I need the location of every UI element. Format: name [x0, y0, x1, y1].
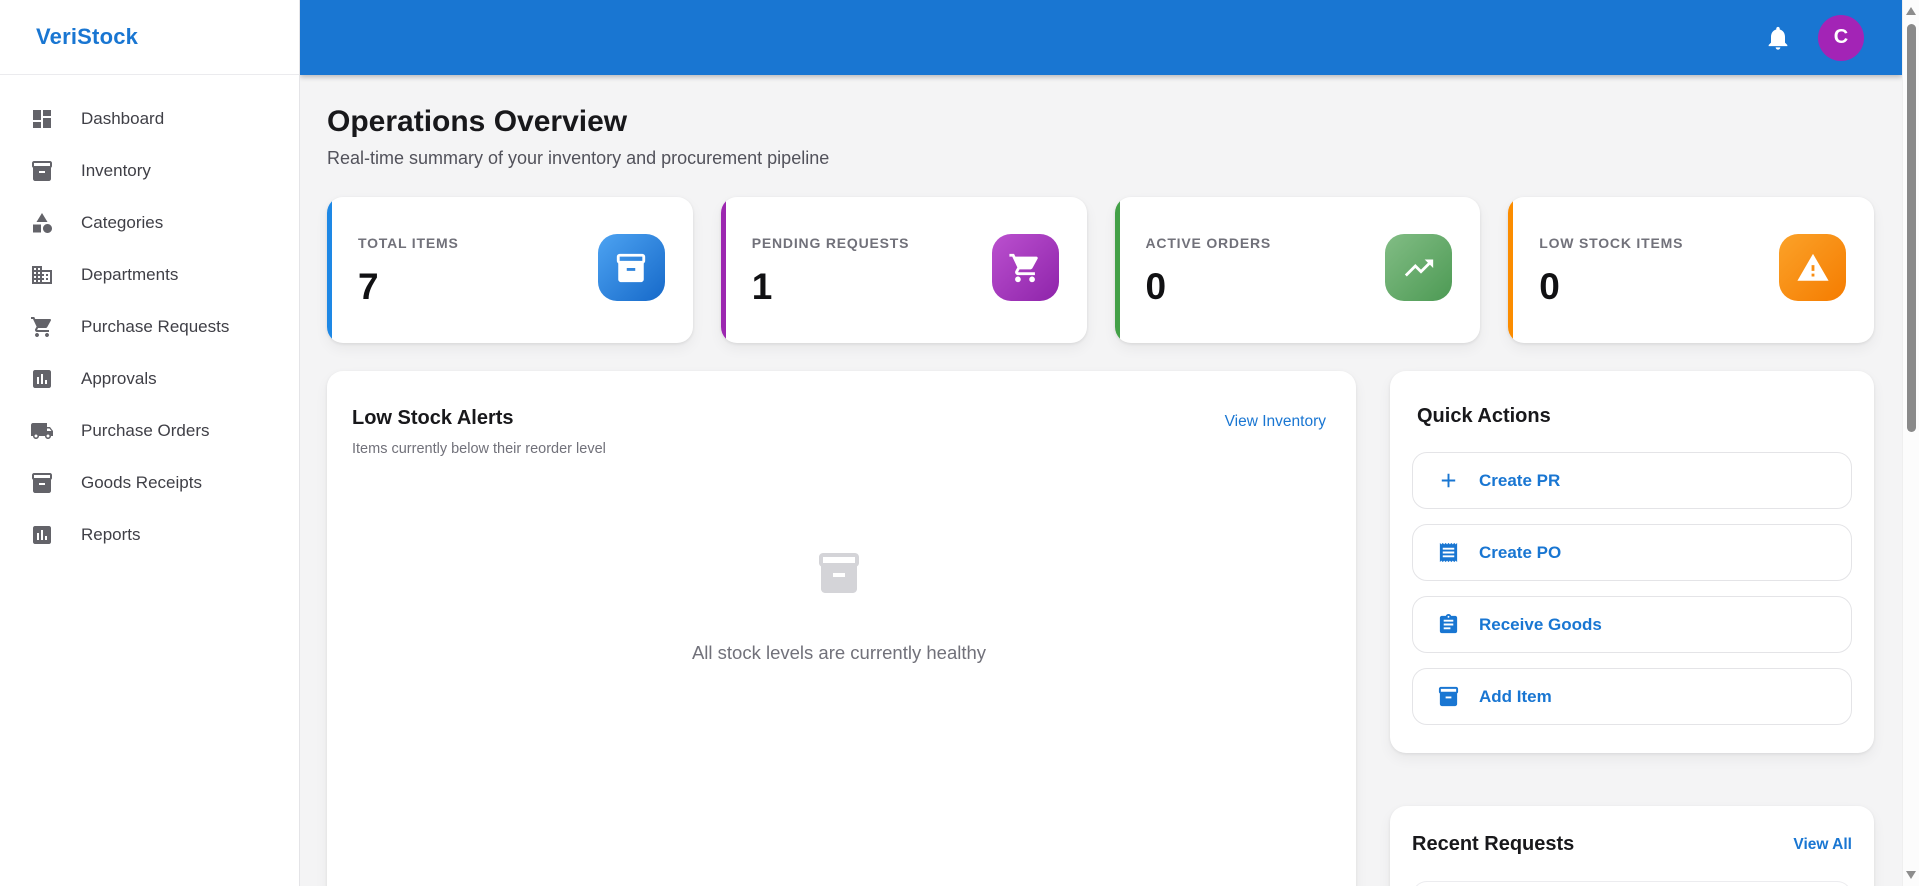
inventory-box-icon [597, 234, 665, 301]
content-row: Low Stock Alerts Items currently below t… [327, 371, 1874, 886]
stat-accent-stripe [1508, 197, 1514, 343]
stat-accent-stripe [720, 197, 726, 343]
stats-row: TOTAL ITEMS 7 PENDING REQUESTS 1 ACTIVE … [327, 197, 1874, 343]
recent-requests-header: Recent Requests View All [1412, 833, 1852, 856]
sidebar-item-categories[interactable]: Categories [0, 197, 299, 249]
stat-accent-stripe [327, 197, 332, 343]
sidebar-item-purchase-orders[interactable]: Purchase Orders [0, 405, 299, 457]
sidebar-item-dashboard[interactable]: Dashboard [0, 93, 299, 145]
low-stock-empty-text: All stock levels are currently healthy [691, 642, 987, 663]
stat-card-active-orders: ACTIVE ORDERS 0 [1114, 197, 1481, 343]
sidebar-item-label: Inventory [81, 161, 151, 180]
scrollbar-down-arrow-icon[interactable] [1906, 871, 1916, 879]
sidebar: VeriStock Dashboard Inventory Categories… [0, 0, 300, 886]
stat-accent-stripe [1114, 197, 1120, 343]
stat-card-pending-requests: PENDING REQUESTS 1 [720, 197, 1087, 343]
recent-requests-title: Recent Requests [1412, 833, 1575, 855]
app-logo: VeriStock [36, 24, 139, 49]
low-stock-alerts-panel: Low Stock Alerts Items currently below t… [327, 371, 1356, 886]
plus-icon [1437, 469, 1460, 492]
request-row[interactable]: PR-e1a4 CONVERTED [1412, 881, 1852, 886]
low-stock-title: Low Stock Alerts [352, 407, 514, 429]
low-stock-subtitle: Items currently below their reorder leve… [352, 441, 606, 457]
truck-icon [30, 419, 54, 443]
sidebar-item-goods-receipts[interactable]: Goods Receipts [0, 457, 299, 509]
bar-chart-icon [30, 367, 54, 391]
sidebar-item-inventory[interactable]: Inventory [0, 145, 299, 197]
dashboard-icon [30, 107, 54, 131]
right-column: Quick Actions Create PR Create PO Receiv… [1390, 371, 1874, 886]
create-po-button[interactable]: Create PO [1412, 524, 1852, 581]
warning-icon [1779, 234, 1846, 301]
topbar: C [300, 0, 1902, 75]
sidebar-item-departments[interactable]: Departments [0, 249, 299, 301]
page-scrollbar[interactable] [1902, 0, 1919, 886]
sidebar-item-label: Approvals [81, 369, 157, 388]
quick-actions-title: Quick Actions [1417, 405, 1551, 427]
sidebar-header: VeriStock [0, 0, 299, 75]
sidebar-item-label: Goods Receipts [81, 473, 202, 492]
shapes-icon [30, 211, 54, 235]
create-pr-label: Create PR [1479, 470, 1561, 490]
stat-card-low-stock-items: LOW STOCK ITEMS 0 [1508, 197, 1874, 343]
main-content: Operations Overview Real-time summary of… [300, 75, 1902, 886]
add-item-button[interactable]: Add Item [1412, 668, 1852, 725]
inventory-box-icon [30, 159, 54, 183]
cart-icon [991, 234, 1059, 301]
recent-requests-panel: Recent Requests View All PR-e1a4 CONVERT… [1390, 806, 1874, 886]
receive-goods-button[interactable]: Receive Goods [1412, 596, 1852, 653]
add-item-label: Add Item [1479, 686, 1552, 706]
notifications-bell-icon[interactable] [1764, 24, 1792, 52]
scrollbar-thumb[interactable] [1907, 24, 1916, 432]
sidebar-item-label: Categories [81, 213, 164, 232]
cart-icon [30, 315, 54, 339]
bar-chart-icon [30, 523, 54, 547]
sidebar-item-approvals[interactable]: Approvals [0, 353, 299, 405]
create-pr-button[interactable]: Create PR [1412, 452, 1852, 509]
clipboard-icon [1437, 613, 1460, 636]
scrollbar-up-arrow-icon[interactable] [1906, 7, 1916, 15]
inventory-box-icon [1437, 685, 1460, 708]
low-stock-header-text: Low Stock Alerts Items currently below t… [352, 407, 606, 457]
stat-card-total-items: TOTAL ITEMS 7 [327, 197, 693, 343]
sidebar-item-purchase-requests[interactable]: Purchase Requests [0, 301, 299, 353]
create-po-label: Create PO [1479, 542, 1562, 562]
view-inventory-link[interactable]: View Inventory [1225, 413, 1326, 431]
inventory-box-icon [30, 471, 54, 495]
building-icon [30, 263, 54, 287]
sidebar-item-label: Reports [81, 525, 141, 544]
low-stock-empty-state: All stock levels are currently healthy [352, 549, 1326, 664]
sidebar-item-label: Purchase Orders [81, 421, 210, 440]
sidebar-nav: Dashboard Inventory Categories Departmen… [0, 75, 299, 561]
trending-up-icon [1385, 234, 1453, 301]
sidebar-item-label: Purchase Requests [81, 317, 230, 336]
sidebar-item-reports[interactable]: Reports [0, 509, 299, 561]
page-subtitle: Real-time summary of your inventory and … [327, 148, 830, 168]
user-avatar[interactable]: C [1818, 14, 1864, 61]
receipt-icon [1437, 541, 1460, 564]
sidebar-item-label: Dashboard [81, 109, 165, 128]
view-all-link[interactable]: View All [1793, 836, 1852, 854]
inventory-box-icon [815, 553, 863, 601]
low-stock-header: Low Stock Alerts Items currently below t… [352, 407, 1326, 457]
receive-goods-label: Receive Goods [1479, 614, 1602, 634]
page-title: Operations Overview [327, 105, 628, 138]
sidebar-item-label: Departments [81, 265, 179, 284]
quick-actions-panel: Quick Actions Create PR Create PO Receiv… [1390, 371, 1874, 753]
